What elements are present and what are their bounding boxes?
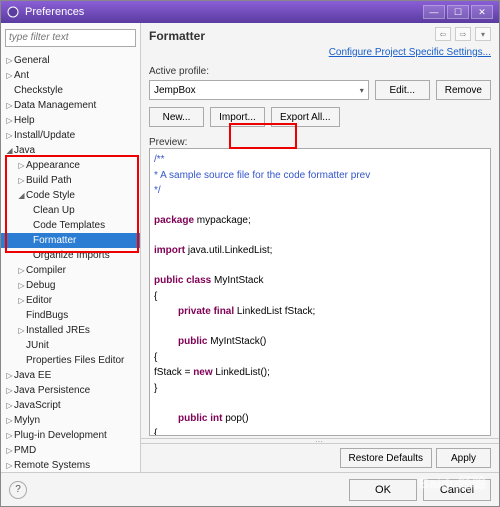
active-profile-label: Active profile: (149, 66, 491, 77)
tree-clean-up[interactable]: Clean Up (1, 203, 140, 218)
import-button[interactable]: Import... (210, 107, 265, 127)
tree-plugin-dev[interactable]: ▷Plug-in Development (1, 428, 140, 443)
sidebar: ▷General ▷Ant Checkstyle ▷Data Managemen… (1, 23, 141, 472)
preferences-window: Preferences — ☐ ✕ ▷General ▷Ant Checksty… (0, 0, 500, 507)
edit-button[interactable]: Edit... (375, 80, 430, 100)
dropdown-icon: ▾ (360, 86, 364, 95)
preview-area: /** * A sample source file for the code … (149, 148, 491, 436)
tree-ant[interactable]: ▷Ant (1, 68, 140, 83)
tree-data-management[interactable]: ▷Data Management (1, 98, 140, 113)
minimize-button[interactable]: — (423, 5, 445, 19)
tree-properties-files-editor[interactable]: Properties Files Editor (1, 353, 140, 368)
close-button[interactable]: ✕ (471, 5, 493, 19)
main-panel: Formatter ⇦ ⇨ ▾ Configure Project Specif… (141, 23, 499, 472)
content-area: ▷General ▷Ant Checkstyle ▷Data Managemen… (1, 23, 499, 472)
tree-checkstyle[interactable]: Checkstyle (1, 83, 140, 98)
back-button[interactable]: ⇦ (435, 27, 451, 41)
tree-remote-systems[interactable]: ▷Remote Systems (1, 458, 140, 473)
tree-debug[interactable]: ▷Debug (1, 278, 140, 293)
tree-install-update[interactable]: ▷Install/Update (1, 128, 140, 143)
preferences-tree: ▷General ▷Ant Checkstyle ▷Data Managemen… (1, 51, 140, 473)
tree-formatter[interactable]: Formatter (1, 233, 140, 248)
menu-button[interactable]: ▾ (475, 27, 491, 41)
tree-java[interactable]: ◢Java (1, 143, 140, 158)
configure-project-link[interactable]: Configure Project Specific Settings... (149, 47, 491, 58)
forward-button[interactable]: ⇨ (455, 27, 471, 41)
tree-build-path[interactable]: ▷Build Path (1, 173, 140, 188)
apply-button[interactable]: Apply (436, 448, 491, 468)
tree-help[interactable]: ▷Help (1, 113, 140, 128)
tree-pmd[interactable]: ▷PMD (1, 443, 140, 458)
cancel-button[interactable]: Cancel (423, 479, 491, 501)
tree-general[interactable]: ▷General (1, 53, 140, 68)
remove-button[interactable]: Remove (436, 80, 491, 100)
tree-editor[interactable]: ▷Editor (1, 293, 140, 308)
titlebar: Preferences — ☐ ✕ (1, 1, 499, 23)
maximize-button[interactable]: ☐ (447, 5, 469, 19)
window-title: Preferences (25, 6, 84, 18)
tree-appearance[interactable]: ▷Appearance (1, 158, 140, 173)
filter-input[interactable] (5, 29, 136, 47)
help-button[interactable]: ? (9, 481, 27, 499)
export-all-button[interactable]: Export All... (271, 107, 340, 127)
tree-java-ee[interactable]: ▷Java EE (1, 368, 140, 383)
page-toolbar: ⇦ ⇨ ▾ (435, 27, 491, 41)
tree-mylyn[interactable]: ▷Mylyn (1, 413, 140, 428)
tree-code-style[interactable]: ◢Code Style (1, 188, 140, 203)
tree-javascript[interactable]: ▷JavaScript (1, 398, 140, 413)
filter-box (5, 27, 136, 47)
ok-button[interactable]: OK (349, 479, 417, 501)
tree-compiler[interactable]: ▷Compiler (1, 263, 140, 278)
tree-java-persistence[interactable]: ▷Java Persistence (1, 383, 140, 398)
profile-value: JempBox (154, 85, 196, 96)
tree-findbugs[interactable]: FindBugs (1, 308, 140, 323)
restore-defaults-button[interactable]: Restore Defaults (340, 448, 432, 468)
footer: ? OK Cancel (1, 472, 499, 506)
tree-installed-jres[interactable]: ▷Installed JREs (1, 323, 140, 338)
profile-select[interactable]: JempBox ▾ (149, 80, 369, 100)
tree-junit[interactable]: JUnit (1, 338, 140, 353)
tree-code-templates[interactable]: Code Templates (1, 218, 140, 233)
new-button[interactable]: New... (149, 107, 204, 127)
eclipse-icon (7, 6, 19, 18)
preview-label: Preview: (149, 137, 491, 148)
tree-organize-imports[interactable]: Organize Imports (1, 248, 140, 263)
